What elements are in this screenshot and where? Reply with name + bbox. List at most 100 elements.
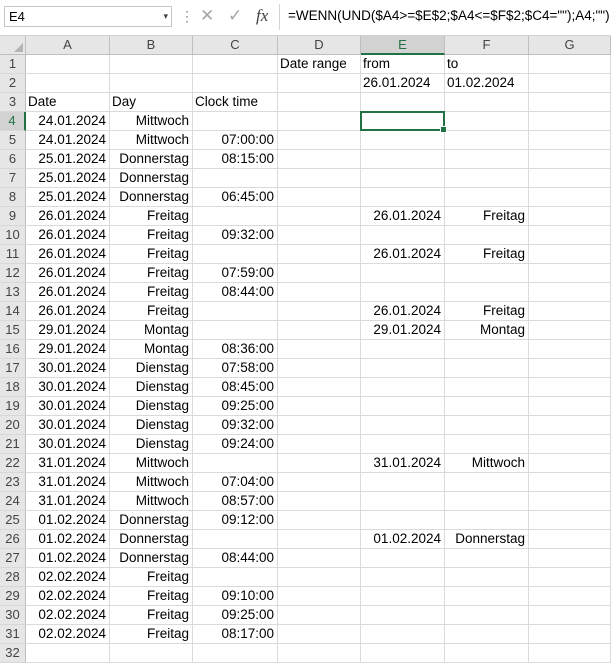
select-all-button[interactable] bbox=[0, 36, 26, 55]
cell-d4[interactable] bbox=[278, 112, 361, 131]
row-header-11[interactable]: 11 bbox=[0, 245, 26, 264]
cell-a11[interactable]: 26.01.2024 bbox=[26, 245, 110, 264]
formula-input[interactable]: =WENN(UND($A4>=$E$2;$A4<=$F$2;$C4="");A4… bbox=[288, 6, 610, 26]
cell-b31[interactable]: Freitag bbox=[110, 625, 193, 644]
cell-f32[interactable] bbox=[445, 644, 529, 663]
cell-c29[interactable]: 09:10:00 bbox=[193, 587, 278, 606]
cell-e11[interactable]: 26.01.2024 bbox=[361, 245, 445, 264]
cell-f29[interactable] bbox=[445, 587, 529, 606]
cell-d12[interactable] bbox=[278, 264, 361, 283]
cell-c31[interactable]: 08:17:00 bbox=[193, 625, 278, 644]
cell-b1[interactable] bbox=[110, 55, 193, 74]
cell-c20[interactable]: 09:32:00 bbox=[193, 416, 278, 435]
row-header-20[interactable]: 20 bbox=[0, 416, 26, 435]
cell-c9[interactable] bbox=[193, 207, 278, 226]
cell-a25[interactable]: 01.02.2024 bbox=[26, 511, 110, 530]
cell-c1[interactable] bbox=[193, 55, 278, 74]
cell-d2[interactable] bbox=[278, 74, 361, 93]
cell-e17[interactable] bbox=[361, 359, 445, 378]
cell-g7[interactable] bbox=[529, 169, 611, 188]
cell-d11[interactable] bbox=[278, 245, 361, 264]
cell-d23[interactable] bbox=[278, 473, 361, 492]
cell-f5[interactable] bbox=[445, 131, 529, 150]
cell-b32[interactable] bbox=[110, 644, 193, 663]
cell-g5[interactable] bbox=[529, 131, 611, 150]
cell-f4[interactable] bbox=[445, 112, 529, 131]
cell-c23[interactable]: 07:04:00 bbox=[193, 473, 278, 492]
cell-d30[interactable] bbox=[278, 606, 361, 625]
cell-c7[interactable] bbox=[193, 169, 278, 188]
cell-e12[interactable] bbox=[361, 264, 445, 283]
cell-c18[interactable]: 08:45:00 bbox=[193, 378, 278, 397]
cell-g27[interactable] bbox=[529, 549, 611, 568]
cell-d16[interactable] bbox=[278, 340, 361, 359]
cell-b2[interactable] bbox=[110, 74, 193, 93]
cell-g31[interactable] bbox=[529, 625, 611, 644]
cell-a29[interactable]: 02.02.2024 bbox=[26, 587, 110, 606]
cell-c10[interactable]: 09:32:00 bbox=[193, 226, 278, 245]
cell-e21[interactable] bbox=[361, 435, 445, 454]
cell-d5[interactable] bbox=[278, 131, 361, 150]
cell-a15[interactable]: 29.01.2024 bbox=[26, 321, 110, 340]
cell-g1[interactable] bbox=[529, 55, 611, 74]
cell-f17[interactable] bbox=[445, 359, 529, 378]
cell-f23[interactable] bbox=[445, 473, 529, 492]
cell-g3[interactable] bbox=[529, 93, 611, 112]
cell-a23[interactable]: 31.01.2024 bbox=[26, 473, 110, 492]
row-header-4[interactable]: 4 bbox=[0, 112, 26, 131]
cell-g13[interactable] bbox=[529, 283, 611, 302]
cell-e28[interactable] bbox=[361, 568, 445, 587]
cell-f14[interactable]: Freitag bbox=[445, 302, 529, 321]
cell-a26[interactable]: 01.02.2024 bbox=[26, 530, 110, 549]
row-header-21[interactable]: 21 bbox=[0, 435, 26, 454]
cell-e23[interactable] bbox=[361, 473, 445, 492]
cell-d13[interactable] bbox=[278, 283, 361, 302]
name-box[interactable]: E4 ▾ bbox=[4, 6, 172, 27]
cell-g18[interactable] bbox=[529, 378, 611, 397]
cell-c32[interactable] bbox=[193, 644, 278, 663]
cell-c17[interactable]: 07:58:00 bbox=[193, 359, 278, 378]
cell-f26[interactable]: Donnerstag bbox=[445, 530, 529, 549]
drag-handle-icon[interactable]: ⋮ bbox=[180, 8, 194, 24]
cell-c12[interactable]: 07:59:00 bbox=[193, 264, 278, 283]
cell-d25[interactable] bbox=[278, 511, 361, 530]
cell-b4[interactable]: Mittwoch bbox=[110, 112, 193, 131]
row-header-7[interactable]: 7 bbox=[0, 169, 26, 188]
cell-b12[interactable]: Freitag bbox=[110, 264, 193, 283]
cell-f1[interactable]: to bbox=[445, 55, 529, 74]
cell-d7[interactable] bbox=[278, 169, 361, 188]
cell-e32[interactable] bbox=[361, 644, 445, 663]
cell-e31[interactable] bbox=[361, 625, 445, 644]
cell-b6[interactable]: Donnerstag bbox=[110, 150, 193, 169]
cell-f2[interactable]: 01.02.2024 bbox=[445, 74, 529, 93]
cell-d1[interactable]: Date range bbox=[278, 55, 361, 74]
cell-f22[interactable]: Mittwoch bbox=[445, 454, 529, 473]
cell-g8[interactable] bbox=[529, 188, 611, 207]
cell-e16[interactable] bbox=[361, 340, 445, 359]
cell-a4[interactable]: 24.01.2024 bbox=[26, 112, 110, 131]
cell-a21[interactable]: 30.01.2024 bbox=[26, 435, 110, 454]
cell-b23[interactable]: Mittwoch bbox=[110, 473, 193, 492]
cell-a14[interactable]: 26.01.2024 bbox=[26, 302, 110, 321]
cell-e26[interactable]: 01.02.2024 bbox=[361, 530, 445, 549]
row-header-18[interactable]: 18 bbox=[0, 378, 26, 397]
cell-f10[interactable] bbox=[445, 226, 529, 245]
cell-f18[interactable] bbox=[445, 378, 529, 397]
cell-f27[interactable] bbox=[445, 549, 529, 568]
cell-f15[interactable]: Montag bbox=[445, 321, 529, 340]
cell-g22[interactable] bbox=[529, 454, 611, 473]
row-header-32[interactable]: 32 bbox=[0, 644, 26, 663]
cell-e2[interactable]: 26.01.2024 bbox=[361, 74, 445, 93]
cell-b22[interactable]: Mittwoch bbox=[110, 454, 193, 473]
row-header-27[interactable]: 27 bbox=[0, 549, 26, 568]
cell-g19[interactable] bbox=[529, 397, 611, 416]
cell-g30[interactable] bbox=[529, 606, 611, 625]
cell-b24[interactable]: Mittwoch bbox=[110, 492, 193, 511]
cell-b13[interactable]: Freitag bbox=[110, 283, 193, 302]
cell-e22[interactable]: 31.01.2024 bbox=[361, 454, 445, 473]
cell-b8[interactable]: Donnerstag bbox=[110, 188, 193, 207]
cell-c19[interactable]: 09:25:00 bbox=[193, 397, 278, 416]
cell-a16[interactable]: 29.01.2024 bbox=[26, 340, 110, 359]
cell-d28[interactable] bbox=[278, 568, 361, 587]
spreadsheet-grid[interactable]: A B C D E F G 1 Date range from to 2 26.01.2024 01.02… bbox=[0, 36, 611, 663]
